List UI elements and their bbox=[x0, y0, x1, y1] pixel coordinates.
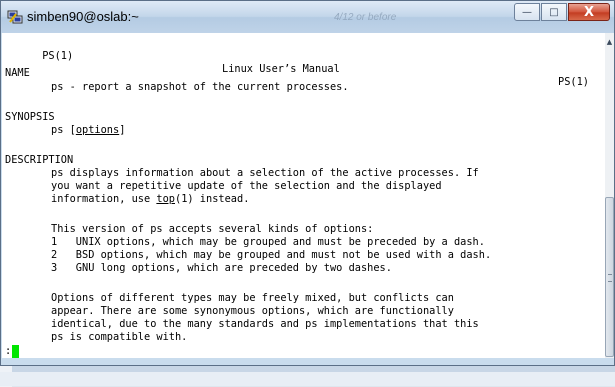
window-bottom-border bbox=[1, 358, 614, 365]
scrollbar-thumb[interactable] bbox=[605, 197, 614, 357]
option-item: 2 BSD options, which may be grouped and … bbox=[51, 249, 492, 261]
scroll-up-arrow-icon[interactable]: ▲ bbox=[605, 37, 614, 47]
synopsis-heading: SYNOPSIS bbox=[5, 111, 55, 123]
putty-icon[interactable] bbox=[7, 10, 23, 25]
scrollbar-grip-icon bbox=[608, 274, 612, 282]
description-text: (1) instead. bbox=[175, 193, 250, 205]
maximize-icon: □ bbox=[549, 6, 559, 18]
option-item: 1 UNIX options, which may be grouped and… bbox=[51, 236, 485, 248]
maximize-button[interactable]: □ bbox=[541, 3, 567, 21]
top-link: top bbox=[156, 193, 175, 205]
minimize-button[interactable]: — bbox=[514, 3, 540, 21]
description-line: information, use top(1) instead. bbox=[51, 193, 249, 206]
minimize-icon: — bbox=[522, 6, 532, 18]
description-text: information, use bbox=[51, 193, 157, 205]
mix-line: Options of different types may be freely… bbox=[51, 292, 454, 304]
man-header-left: PS(1) bbox=[42, 50, 74, 62]
description-heading: DESCRIPTION bbox=[5, 154, 74, 166]
background-window-title: 4/12 or before bbox=[334, 12, 397, 23]
title-bar[interactable]: simben90@oslab:~ 4/12 or before — □ X bbox=[1, 1, 614, 33]
terminal-area[interactable]: PS(1) Linux User’s Manual PS(1) NAME ps … bbox=[2, 33, 605, 358]
synopsis-end: ] bbox=[119, 124, 126, 136]
terminal-cursor bbox=[12, 345, 19, 358]
man-header-right: PS(1) bbox=[558, 76, 589, 88]
mix-line: appear. There are some synonymous option… bbox=[51, 305, 454, 317]
synopsis-text: ps [options] bbox=[51, 124, 125, 137]
versions-intro: This version of ps accepts several kinds… bbox=[51, 223, 374, 235]
close-icon: X bbox=[583, 4, 595, 20]
background-window-bottom bbox=[0, 372, 615, 386]
name-heading: NAME bbox=[5, 67, 30, 79]
pager-prompt: : bbox=[5, 345, 12, 357]
man-header: PS(1) Linux User’s Manual PS(1) bbox=[5, 37, 595, 88]
mix-line: ps is compatible with. bbox=[51, 331, 188, 343]
mix-line: identical, due to the many standards and… bbox=[51, 318, 479, 330]
description-line: ps displays information about a selectio… bbox=[51, 167, 479, 179]
close-button[interactable]: X bbox=[568, 3, 610, 21]
putty-window: simben90@oslab:~ 4/12 or before — □ X PS… bbox=[0, 0, 615, 366]
description-line: you want a repetitive update of the sele… bbox=[51, 180, 442, 192]
name-text: ps - report a snapshot of the current pr… bbox=[51, 81, 349, 93]
option-item: 3 GNU long options, which are preceded b… bbox=[51, 262, 392, 274]
window-title: simben90@oslab:~ bbox=[27, 9, 139, 24]
synopsis-cmd: ps [ bbox=[51, 124, 76, 136]
window-controls: — □ X bbox=[513, 3, 610, 23]
synopsis-options: options bbox=[75, 124, 120, 136]
vertical-scrollbar[interactable]: ▲ bbox=[605, 33, 614, 358]
man-header-center: Linux User’s Manual bbox=[222, 63, 340, 75]
